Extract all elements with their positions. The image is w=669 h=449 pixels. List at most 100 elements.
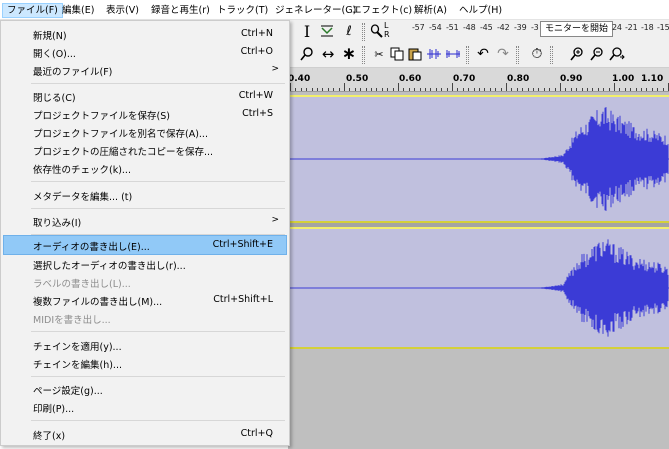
toolbar-grip[interactable]	[362, 46, 365, 64]
ruler-tick	[495, 88, 497, 91]
ruler-label: 0.60	[399, 74, 422, 84]
ruler-tick	[322, 88, 324, 91]
menu-recent-files[interactable]: 最近のファイル(F) >	[3, 60, 287, 80]
zoom-tool-icon[interactable]	[298, 45, 316, 63]
envelope-tool-icon[interactable]	[318, 22, 336, 40]
waveform-left-channel[interactable]	[288, 97, 669, 221]
menu-item-label: 最近のファイル(F)	[33, 67, 113, 78]
waveform-right-channel[interactable]	[288, 229, 669, 347]
menu-close[interactable]: 閉じる(C) Ctrl+W	[3, 86, 287, 106]
waveform-path	[538, 239, 669, 337]
menu-edit-metadata[interactable]: メタデータを編集... (t)	[3, 185, 287, 205]
menu-apply-chain[interactable]: チェインを適用(y)...	[3, 335, 287, 355]
menu-print[interactable]: 印刷(P)...	[3, 397, 287, 417]
menu-save-project[interactable]: プロジェクトファイルを保存(S) Ctrl+S	[3, 104, 287, 124]
menu-save-project-as[interactable]: プロジェクトファイルを別名で保存(A)...	[3, 122, 287, 142]
sync-lock-icon[interactable]: ⏱	[528, 45, 546, 63]
menu-new[interactable]: 新規(N) Ctrl+N	[3, 24, 287, 44]
recording-meter-right[interactable]: 24 -21 -18 -15	[608, 20, 669, 38]
ruler-tick	[500, 88, 502, 91]
menu-item-label: ラベルの書き出し(L)...	[33, 279, 131, 290]
menu-exit[interactable]: 終了(x) Ctrl+Q	[3, 424, 287, 444]
menu-item-label: 終了(x)	[33, 431, 66, 442]
menu-page-setup[interactable]: ページ設定(g)...	[3, 379, 287, 399]
menu-analyze[interactable]: 解析(A)	[410, 3, 451, 18]
ruler-tick	[441, 88, 443, 91]
draw-tool-icon[interactable]: ℓ	[340, 22, 358, 40]
ruler-tick	[473, 88, 475, 91]
ruler-tick	[489, 88, 491, 91]
redo-icon[interactable]: ↷	[494, 45, 512, 63]
start-monitoring-button[interactable]: モニターを開始	[540, 21, 614, 37]
track-area[interactable]	[288, 92, 669, 449]
paste-icon[interactable]	[406, 45, 424, 63]
ruler-tick	[430, 88, 432, 91]
track-border	[288, 347, 669, 349]
ruler-tick	[603, 88, 605, 91]
menu-item-label: メタデータを編集... (t)	[33, 192, 133, 203]
menu-item-label: 取り込み(I)	[33, 218, 82, 229]
menu-export-selected-audio[interactable]: 選択したオーディオの書き出し(r)...	[3, 254, 287, 274]
ruler-tick	[425, 88, 426, 91]
fit-selection-icon[interactable]	[608, 45, 626, 63]
ruler-tick	[338, 88, 340, 91]
ruler-tick	[344, 83, 345, 91]
audio-track-left[interactable]	[288, 97, 669, 221]
selection-tool-icon[interactable]: I	[298, 22, 316, 41]
menu-edit[interactable]: 編集(E)	[58, 3, 98, 18]
toolbar-grip[interactable]	[516, 46, 519, 64]
menu-view[interactable]: 表示(V)	[102, 3, 143, 18]
menu-item-label: チェインを編集(h)...	[33, 360, 122, 371]
ruler-label: 1.10	[641, 74, 664, 84]
menu-help[interactable]: ヘルプ(H)	[455, 3, 506, 18]
silence-audio-icon[interactable]	[444, 45, 462, 63]
ruler-tick	[290, 83, 291, 91]
ruler-tick	[657, 88, 659, 91]
toolbar-grip[interactable]	[550, 46, 553, 64]
time-shift-tool-icon[interactable]: ↔	[319, 45, 337, 63]
menu-export-audio[interactable]: オーディオの書き出し(E)... Ctrl+Shift+E	[3, 235, 287, 255]
ruler-label: 0.70	[453, 74, 476, 84]
cut-icon[interactable]: ✂	[370, 45, 388, 63]
toolbar-grip[interactable]	[466, 46, 469, 64]
menu-file[interactable]: ファイル(F)	[2, 3, 63, 18]
multi-tool-icon[interactable]: ∗	[340, 44, 358, 64]
menu-check-dependencies[interactable]: 依存性のチェック(k)...	[3, 158, 287, 178]
menu-save-compressed-copy[interactable]: プロジェクトの圧縮されたコピーを保存...	[3, 140, 287, 160]
audio-track-right[interactable]	[288, 229, 669, 347]
ruler-tick	[419, 88, 421, 91]
timeline-ruler[interactable]: 0.40 0.50 0.60 0.70 0.80 0.90 1.00 1.10	[288, 68, 669, 92]
ruler-tick	[662, 88, 664, 91]
ruler-tick	[349, 88, 351, 91]
trim-audio-icon[interactable]	[425, 45, 443, 63]
zoom-in-icon[interactable]	[568, 45, 586, 63]
menu-separator	[31, 181, 285, 182]
menu-tracks[interactable]: トラック(T)	[213, 3, 272, 18]
menu-item-shortcut: Ctrl+S	[242, 108, 273, 119]
undo-icon[interactable]: ↶	[474, 45, 492, 63]
menu-import[interactable]: 取り込み(I) >	[3, 211, 287, 231]
ruler-tick	[462, 88, 464, 91]
ruler-tick	[479, 88, 480, 91]
menu-item-label: オーディオの書き出し(E)...	[33, 242, 150, 253]
ruler-tick	[614, 83, 615, 91]
menu-effect[interactable]: エフェクト(c)	[348, 3, 416, 18]
menu-generate[interactable]: ジェネレーター(G)	[271, 3, 360, 18]
meter-channel-l: L	[384, 21, 389, 30]
menu-edit-chains[interactable]: チェインを編集(h)...	[3, 353, 287, 373]
toolbar-grip[interactable]	[362, 23, 365, 41]
ruler-tick	[376, 88, 378, 91]
menu-export-multiple[interactable]: 複数ファイルの書き出し(M)... Ctrl+Shift+L	[3, 290, 287, 310]
ruler-label: 1.00	[612, 74, 635, 84]
meter-tick: -15	[657, 23, 669, 32]
waveform-path	[538, 107, 669, 211]
menu-transport[interactable]: 録音と再生(r)	[147, 3, 214, 18]
zoom-out-icon[interactable]	[588, 45, 606, 63]
menu-open[interactable]: 開く(O)... Ctrl+O	[3, 42, 287, 62]
meter-tick: -39	[514, 23, 527, 32]
copy-icon[interactable]	[388, 45, 406, 63]
recording-meter[interactable]: -57 -54 -51 -48 -45 -42 -39 -3	[392, 20, 540, 38]
ruler-tick	[635, 88, 637, 91]
ruler-tick	[630, 88, 632, 91]
ruler-tick	[506, 83, 507, 91]
